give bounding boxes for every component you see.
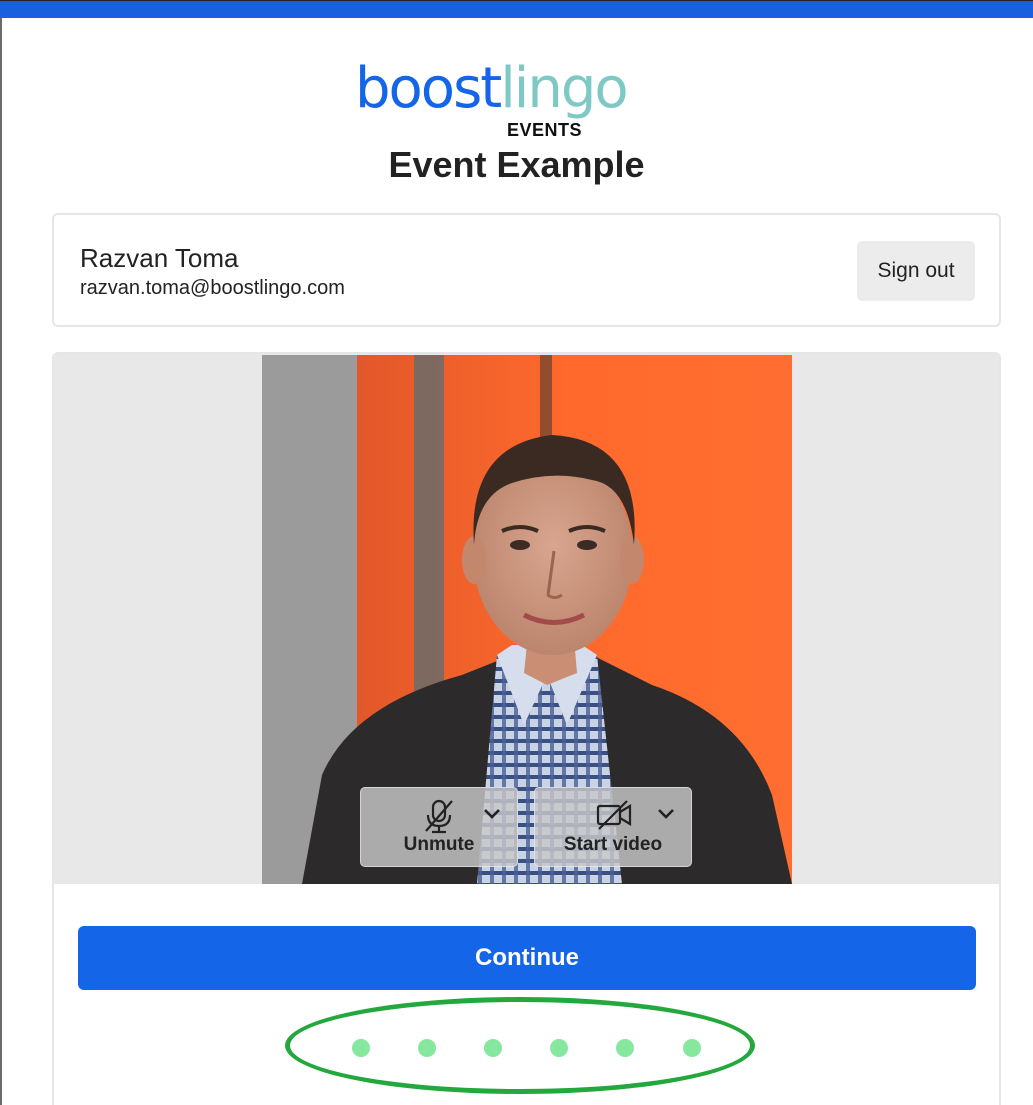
sign-out-button[interactable]: Sign out [857, 241, 975, 301]
logo-wordmark: boostlingo [355, 54, 629, 124]
boostlingo-events-logo: boostlingo EVENTS [355, 56, 675, 144]
logo-boost: boost [355, 56, 502, 121]
microphone-off-icon [425, 799, 453, 834]
start-video-button[interactable]: Start video [534, 787, 692, 867]
continue-button[interactable]: Continue [78, 926, 976, 990]
unmute-label: Unmute [403, 834, 475, 855]
camera-off-icon [596, 800, 632, 830]
loading-dot [683, 1039, 701, 1057]
unmute-button[interactable]: Unmute [360, 787, 518, 867]
user-name: Razvan Toma [80, 243, 239, 273]
event-title: Event Example [388, 144, 645, 185]
video-options-chevron-down-icon[interactable] [657, 808, 675, 820]
video-preview-card: Unmute Start video Continue [52, 352, 1001, 1105]
camera-preview-image [262, 355, 792, 884]
loading-dot [616, 1039, 634, 1057]
browser-top-bar [0, 0, 1033, 18]
loading-dot [550, 1039, 568, 1057]
user-email: razvan.toma@boostlingo.com [80, 277, 345, 299]
loading-dot [352, 1039, 370, 1057]
loading-dot [484, 1039, 502, 1057]
unmute-options-chevron-down-icon[interactable] [483, 808, 501, 820]
user-card: Razvan Toma razvan.toma@boostlingo.com S… [52, 213, 1001, 327]
logo-lingo: lingo [500, 56, 628, 121]
video-preview-area: Unmute Start video [54, 354, 999, 884]
start-video-label: Start video [563, 834, 663, 855]
loading-dot [418, 1039, 436, 1057]
camera-preview [262, 355, 792, 884]
logo-subtitle: EVENTS [507, 120, 583, 140]
